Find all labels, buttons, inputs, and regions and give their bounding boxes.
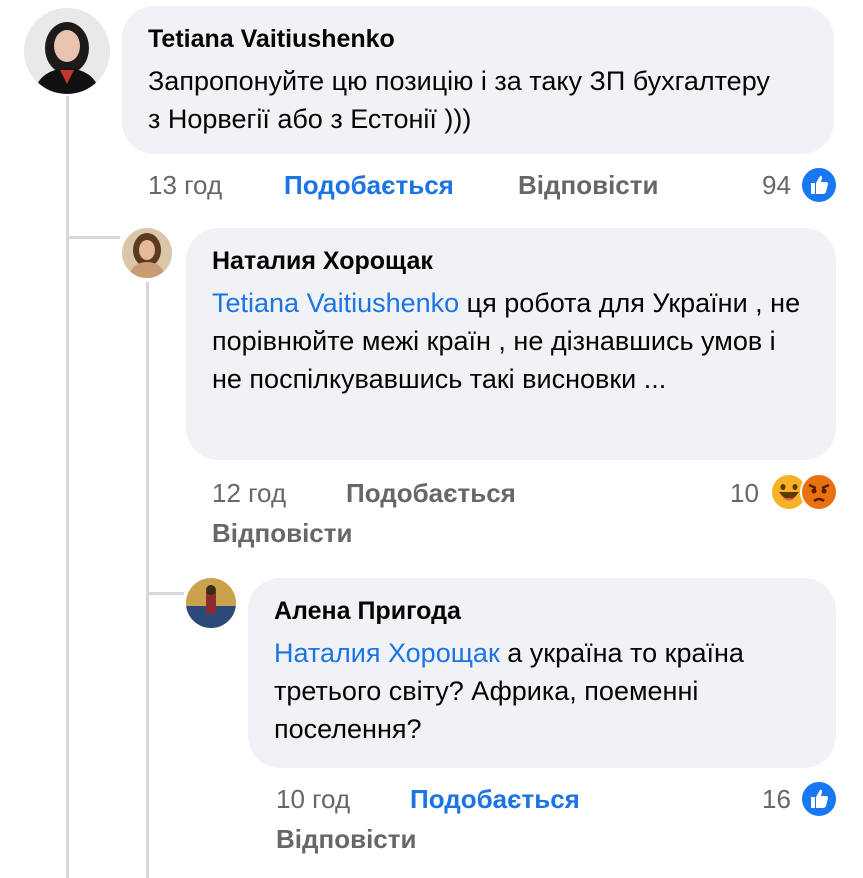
like-icon: [800, 166, 838, 204]
thread-line-reply: [146, 282, 149, 878]
comment-bubble: Наталия Хорощак Tetiana Vaitiushenko ця …: [186, 228, 836, 460]
like-button[interactable]: Подобається: [284, 170, 454, 200]
comment-author[interactable]: Наталия Хорощак: [212, 246, 810, 276]
thread-branch-1: [66, 236, 120, 239]
comment-timestamp[interactable]: 12 год: [212, 478, 286, 508]
comment-text: Tetiana Vaitiushenko ця робота для Украї…: [212, 284, 812, 398]
angry-icon: [800, 473, 838, 511]
comment-text: Запропонуйте цю позицію і за таку ЗП бух…: [148, 66, 770, 134]
comment-author[interactable]: Tetiana Vaitiushenko: [148, 24, 808, 54]
avatar-photo-icon: [186, 578, 236, 628]
mention-link[interactable]: Наталия Хорощак: [274, 638, 500, 668]
comment-author[interactable]: Алена Пригода: [274, 596, 810, 626]
mention-link[interactable]: Tetiana Vaitiushenko: [212, 288, 459, 318]
like-button[interactable]: Подобається: [346, 478, 516, 508]
reply-button[interactable]: Відповісти: [276, 824, 416, 854]
like-button[interactable]: Подобається: [410, 784, 580, 814]
reply-button[interactable]: Відповісти: [518, 170, 658, 200]
thread-branch-2: [146, 592, 184, 595]
reaction-count[interactable]: 16: [762, 784, 791, 814]
comment-bubble: Алена Пригода Наталия Хорощак а україна …: [248, 578, 836, 768]
avatar-photo-icon: [24, 8, 110, 94]
reaction-count[interactable]: 10: [730, 478, 759, 508]
avatar-photo-icon: [122, 228, 172, 278]
avatar[interactable]: [122, 228, 172, 278]
comment-text: Наталия Хорощак а україна то країна трет…: [274, 634, 814, 748]
comment-timestamp[interactable]: 10 год: [276, 784, 350, 814]
avatar[interactable]: [24, 8, 110, 94]
comment-timestamp[interactable]: 13 год: [148, 170, 222, 200]
thread-line-main: [66, 96, 69, 878]
comment-bubble: Tetiana Vaitiushenko Запропонуйте цю поз…: [122, 6, 834, 154]
reply-button[interactable]: Відповісти: [212, 518, 352, 548]
avatar[interactable]: [186, 578, 236, 628]
like-icon: [800, 780, 838, 818]
reaction-count[interactable]: 94: [762, 170, 791, 200]
